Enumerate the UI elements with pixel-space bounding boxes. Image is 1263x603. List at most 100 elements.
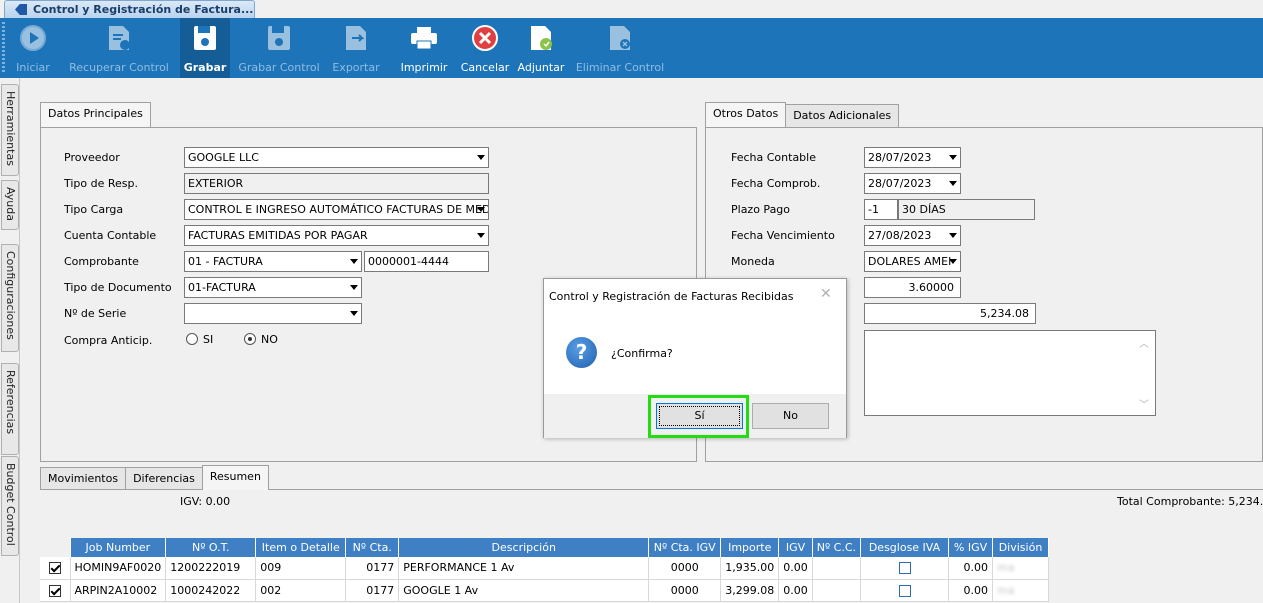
chevron-down-icon [477,155,485,160]
column-division[interactable]: División [992,538,1049,557]
compra-anticip-label: Compra Anticip. [64,334,153,347]
ot-cell: 1000242022 [165,579,257,602]
fecha-contable-label: Fecha Contable [731,151,816,164]
comprobante-select[interactable]: 01 - FACTURA [184,251,362,272]
tipo-documento-select[interactable]: 01-FACTURA [184,277,362,298]
column-cc[interactable]: Nº C.C. [812,538,862,557]
tab-otros-datos[interactable]: Otros Datos [705,102,787,127]
compra-anticip-no-label: NO [261,333,278,346]
exportar-button[interactable]: Exportar [326,18,386,78]
grabar-control-button[interactable]: Grabar Control [236,18,322,78]
fecha-comprob-picker[interactable]: 28/07/2023 [864,173,961,194]
recuperar-control-button[interactable]: Recuperar Control [64,18,174,78]
cta-igv-cell: 0000 [648,579,722,602]
desglose-iva-cell[interactable] [860,579,949,602]
tab-movimientos[interactable]: Movimientos [40,467,127,490]
tipo-documento-label: Tipo de Documento [64,281,172,294]
toolbar-grip[interactable] [2,22,5,72]
compra-anticip-no-radio[interactable] [244,333,256,345]
serie-select[interactable] [184,303,362,324]
column-igv[interactable]: IGV [778,538,813,557]
tipo-cambio-input[interactable]: 3.60000 [864,277,961,298]
adjuntar-button[interactable]: Adjuntar [514,18,568,78]
sidebar-tab-label: Budget Control [4,463,17,546]
fecha-vencimiento-picker[interactable]: 27/08/2023 [864,225,961,246]
table-row[interactable]: ARPIN2A10002 1000242022 002 0177 GOOGLE … [40,579,1049,602]
bottom-tabstrip: Movimientos Diferencias Resumen [40,465,269,490]
document-tab-title: Control y Registración de Factura... [33,3,254,16]
adjuntar-label: Adjuntar [517,61,565,74]
plazo-pago-input[interactable]: -1 [864,199,898,220]
pct-igv-cell: 0.00 [948,557,993,580]
tab-resumen[interactable]: Resumen [201,465,269,490]
fecha-vencimiento-value: 27/08/2023 [868,229,932,242]
column-ot[interactable]: Nº O.T. [165,538,257,557]
tab-diferencias[interactable]: Diferencias [125,467,203,490]
column-cta-igv[interactable]: Nº Cta. IGV [648,538,722,557]
sidebar-tab-ayuda[interactable]: Ayuda [1,180,19,230]
dialog-message: ¿Confirma? [611,347,673,360]
column-pct-igv[interactable]: % IGV [948,538,993,557]
cancelar-button[interactable]: Cancelar [458,18,512,78]
column-job-number[interactable]: Job Number [70,538,167,557]
column-cta[interactable]: Nº Cta. [345,538,400,557]
close-icon[interactable]: ✕ [820,286,832,302]
cuenta-contable-label: Cuenta Contable [64,229,157,242]
imprimir-button[interactable]: Imprimir [398,18,450,78]
column-importe[interactable]: Importe [720,538,780,557]
resumen-table: Job Number Nº O.T. Item o Detalle Nº Cta… [40,538,1049,602]
sidebar-tab-budget-control[interactable]: Budget Control [1,456,19,556]
document-tab[interactable]: Control y Registración de Factura... [4,0,255,18]
scroll-up-icon[interactable]: ︿ [1139,335,1149,350]
tab-datos-adicionales[interactable]: Datos Adicionales [785,104,900,127]
sidebar-tab-referencias[interactable]: Referencias [1,363,19,455]
no-button[interactable]: No [752,403,829,429]
fecha-contable-picker[interactable]: 28/07/2023 [864,147,961,168]
imprimir-label: Imprimir [400,61,448,74]
total-field: 5,234.08 [864,303,1036,324]
observaciones-textarea[interactable]: ︿ ﹀ [864,330,1156,416]
row-checkbox[interactable] [48,584,61,597]
sidebar-tab-configuraciones[interactable]: Configuraciones [1,244,19,352]
column-desglose-iva[interactable]: Desglose IVA [860,538,949,557]
sidebar-tab-label: Configuraciones [4,251,17,340]
moneda-label: Moneda [731,255,775,268]
chevron-down-icon [350,311,358,316]
cuenta-contable-select[interactable]: FACTURAS EMITIDAS POR PAGAR [184,225,489,246]
tipo-carga-select[interactable]: CONTROL E INGRESO AUTOMÁTICO FACTURAS DE… [184,199,489,220]
delete-document-icon [605,23,635,53]
row-select-cell[interactable] [40,557,71,580]
sidebar-tab-label: Ayuda [4,187,17,221]
desglose-iva-checkbox[interactable] [898,584,911,597]
serie-label: Nº de Serie [64,307,127,320]
tab-datos-principales[interactable]: Datos Principales [40,102,151,127]
desglose-iva-checkbox[interactable] [898,562,911,575]
cta-cell: 0177 [345,557,400,580]
proveedor-select[interactable]: GOOGLE LLC [184,147,489,168]
row-checkbox[interactable] [48,562,61,575]
row-select-cell[interactable] [40,579,71,602]
chevron-down-icon [350,259,358,264]
compra-anticip-si-radio[interactable] [186,333,198,345]
chevron-down-icon [477,233,485,238]
scroll-down-icon[interactable]: ﹀ [1139,396,1149,411]
division-value: ma [997,561,1015,575]
chevron-down-icon [477,207,485,212]
compra-anticip-si-label: SI [203,333,214,346]
moneda-select[interactable]: DOLARES AMEI [864,251,961,272]
iniciar-button[interactable]: Iniciar [11,18,55,78]
column-item[interactable]: Item o Detalle [255,538,347,557]
cc-cell [812,557,862,580]
total-comprobante-summary: Total Comprobante: 5,234. [1117,495,1263,508]
eliminar-control-button[interactable]: Eliminar Control [572,18,668,78]
column-descripcion[interactable]: Descripción [398,538,650,557]
cta-igv-cell: 0000 [648,557,722,580]
grabar-button[interactable]: Grabar [180,18,230,78]
table-row[interactable]: HOMIN9AF0020 1200222019 009 0177 PERFORM… [40,557,1049,580]
side-panel-tabs: Herramientas Ayuda Configuraciones Refer… [0,78,20,603]
desglose-iva-cell[interactable] [860,557,949,580]
sidebar-tab-herramientas[interactable]: Herramientas [1,84,19,176]
plazo-pago-desc: 30 DÍAS [898,199,1035,220]
comprobante-number-input[interactable]: 0000001-4444 [364,251,489,272]
division-cell: ma [992,579,1049,602]
